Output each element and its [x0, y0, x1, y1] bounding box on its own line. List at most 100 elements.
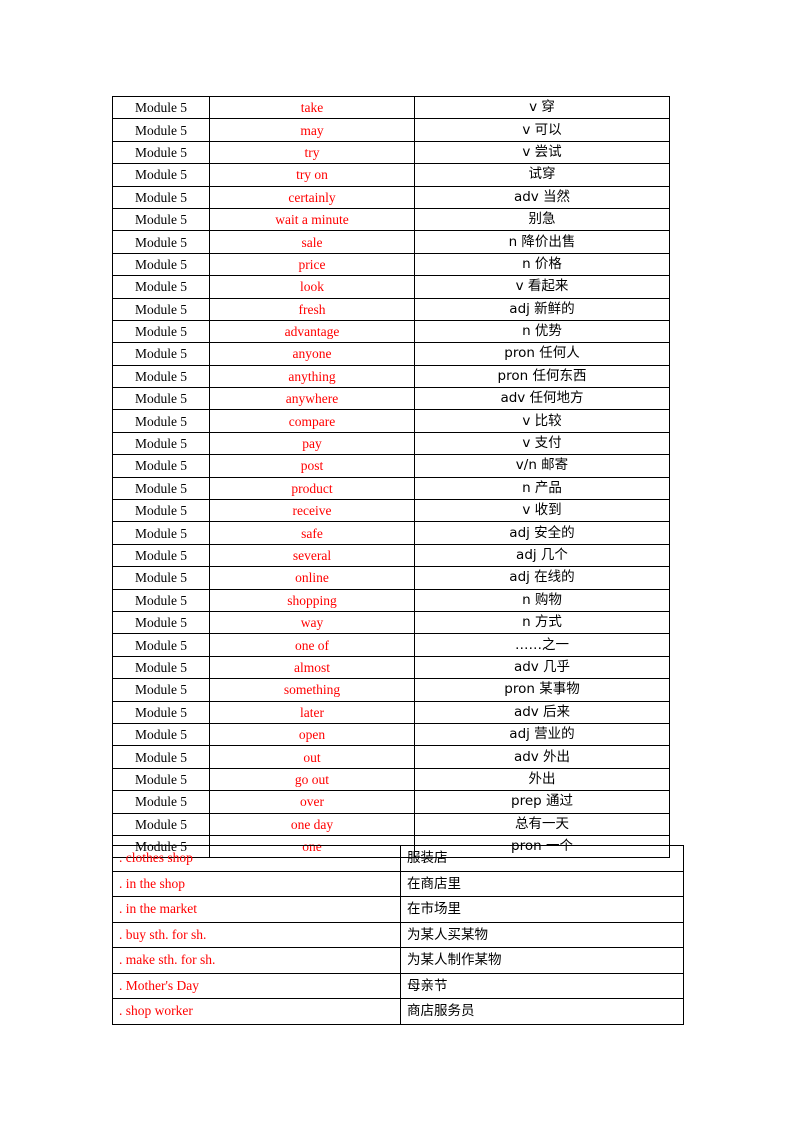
word-cell: look: [209, 275, 415, 299]
table-row: . in the shop 在商店里: [112, 870, 684, 897]
table-row: Module 5 over prep 通过: [112, 790, 670, 814]
table-row: . shop worker 商店服务员: [112, 998, 684, 1025]
module-cell: Module 5: [112, 275, 210, 299]
word-cell: compare: [209, 409, 415, 433]
table-row: . clothes shop 服装店: [112, 845, 684, 872]
module-cell: Module 5: [112, 140, 210, 165]
table-row: Module 5 go out 外出: [112, 767, 670, 792]
table-row: . make sth. for sh. 为某人制作某物: [112, 947, 684, 974]
table-row: Module 5 shopping n 购物: [112, 588, 670, 612]
meaning-cell: 试穿: [414, 163, 670, 187]
meaning-cell: adv 后来: [414, 700, 670, 724]
module-cell: Module 5: [112, 185, 210, 209]
word-cell: price: [209, 252, 415, 277]
phrase-meaning-cell: 在市场里: [400, 896, 684, 923]
meaning-cell: v/n 邮寄: [414, 454, 670, 478]
phrase-meaning-cell: 在商店里: [400, 870, 684, 897]
table-row: . buy sth. for sh. 为某人买某物: [112, 921, 684, 948]
table-row: Module 5 may v 可以: [112, 118, 670, 142]
table-row: Module 5 out adv 外出: [112, 745, 670, 769]
meaning-cell: n 降价出售: [414, 230, 670, 254]
meaning-cell: n 购物: [414, 588, 670, 612]
vocabulary-table-body: Module 5 take v 穿 Module 5 may v 可以 Module 5 tr…: [112, 95, 670, 859]
table-row: Module 5 price n 价格: [112, 252, 670, 277]
module-cell: Module 5: [112, 118, 210, 142]
module-cell: Module 5: [112, 476, 210, 501]
meaning-cell: adv 任何地方: [414, 387, 670, 411]
document-page: Module 5 take v 穿 Module 5 may v 可以 Module 5 tr…: [0, 0, 794, 1123]
table-row: Module 5 look v 看起来: [112, 275, 670, 299]
module-cell: Module 5: [112, 207, 210, 232]
table-row: Module 5 open adj 营业的: [112, 722, 670, 747]
phrase-meaning-cell: 母亲节: [400, 972, 684, 999]
word-cell: go out: [209, 767, 415, 792]
module-cell: Module 5: [112, 722, 210, 747]
module-cell: Module 5: [112, 610, 210, 635]
word-cell: anything: [209, 364, 415, 389]
table-row: Module 5 certainly adv 当然: [112, 185, 670, 209]
meaning-cell: v 可以: [414, 118, 670, 142]
module-cell: Module 5: [112, 812, 210, 836]
table-row: Module 5 almost adv 几乎: [112, 655, 670, 680]
table-row: Module 5 way n 方式: [112, 610, 670, 635]
meaning-cell: v 穿: [414, 95, 670, 120]
module-cell: Module 5: [112, 543, 210, 568]
module-cell: Module 5: [112, 633, 210, 657]
word-cell: try: [209, 140, 415, 165]
phrase-meaning-cell: 为某人制作某物: [400, 947, 684, 974]
meaning-cell: pron 任何人: [414, 342, 670, 366]
meaning-cell: n 产品: [414, 476, 670, 501]
phrase-meaning-cell: 服装店: [400, 845, 684, 872]
word-cell: post: [209, 454, 415, 478]
phrase-cell: . in the shop: [112, 870, 401, 897]
meaning-cell: 外出: [414, 767, 670, 792]
table-row: Module 5 advantage n 优势: [112, 319, 670, 344]
phrase-cell: . buy sth. for sh.: [112, 921, 401, 948]
phrase-cell: . clothes shop: [112, 845, 401, 872]
word-cell: online: [209, 566, 415, 590]
table-row: Module 5 something pron 某事物: [112, 678, 670, 702]
meaning-cell: v 尝试: [414, 140, 670, 165]
module-cell: Module 5: [112, 163, 210, 187]
word-cell: pay: [209, 431, 415, 456]
word-cell: something: [209, 678, 415, 702]
word-cell: one day: [209, 812, 415, 836]
module-cell: Module 5: [112, 566, 210, 590]
meaning-cell: 别急: [414, 207, 670, 232]
word-cell: shopping: [209, 588, 415, 612]
module-cell: Module 5: [112, 678, 210, 702]
meaning-cell: pron 任何东西: [414, 364, 670, 389]
meaning-cell: adv 当然: [414, 185, 670, 209]
meaning-cell: adj 新鲜的: [414, 297, 670, 321]
meaning-cell: n 价格: [414, 252, 670, 277]
table-row: Module 5 product n 产品: [112, 476, 670, 501]
module-cell: Module 5: [112, 790, 210, 814]
word-cell: fresh: [209, 297, 415, 321]
word-cell: certainly: [209, 185, 415, 209]
word-cell: safe: [209, 521, 415, 545]
word-cell: advantage: [209, 319, 415, 344]
module-cell: Module 5: [112, 252, 210, 277]
module-cell: Module 5: [112, 95, 210, 120]
phrase-table-body: . clothes shop 服装店. in the shop 在商店里. in t…: [112, 845, 684, 1025]
table-row: Module 5 post v/n 邮寄: [112, 454, 670, 478]
phrase-meaning-cell: 为某人买某物: [400, 921, 684, 948]
word-cell: take: [209, 95, 415, 120]
table-row: Module 5 try on 试穿: [112, 163, 670, 187]
phrase-meaning-cell: 商店服务员: [400, 998, 684, 1025]
table-row: Module 5 later adv 后来: [112, 700, 670, 724]
module-cell: Module 5: [112, 655, 210, 680]
word-cell: almost: [209, 655, 415, 680]
table-row: Module 5 pay v 支付: [112, 431, 670, 456]
table-row: Module 5 fresh adj 新鲜的: [112, 297, 670, 321]
meaning-cell: ……之一: [414, 633, 670, 657]
phrase-cell: . in the market: [112, 896, 401, 923]
meaning-cell: prep 通过: [414, 790, 670, 814]
meaning-cell: adv 几乎: [414, 655, 670, 680]
module-cell: Module 5: [112, 700, 210, 724]
meaning-cell: adj 在线的: [414, 566, 670, 590]
module-cell: Module 5: [112, 364, 210, 389]
meaning-cell: adv 外出: [414, 745, 670, 769]
word-cell: open: [209, 722, 415, 747]
table-row: Module 5 safe adj 安全的: [112, 521, 670, 545]
